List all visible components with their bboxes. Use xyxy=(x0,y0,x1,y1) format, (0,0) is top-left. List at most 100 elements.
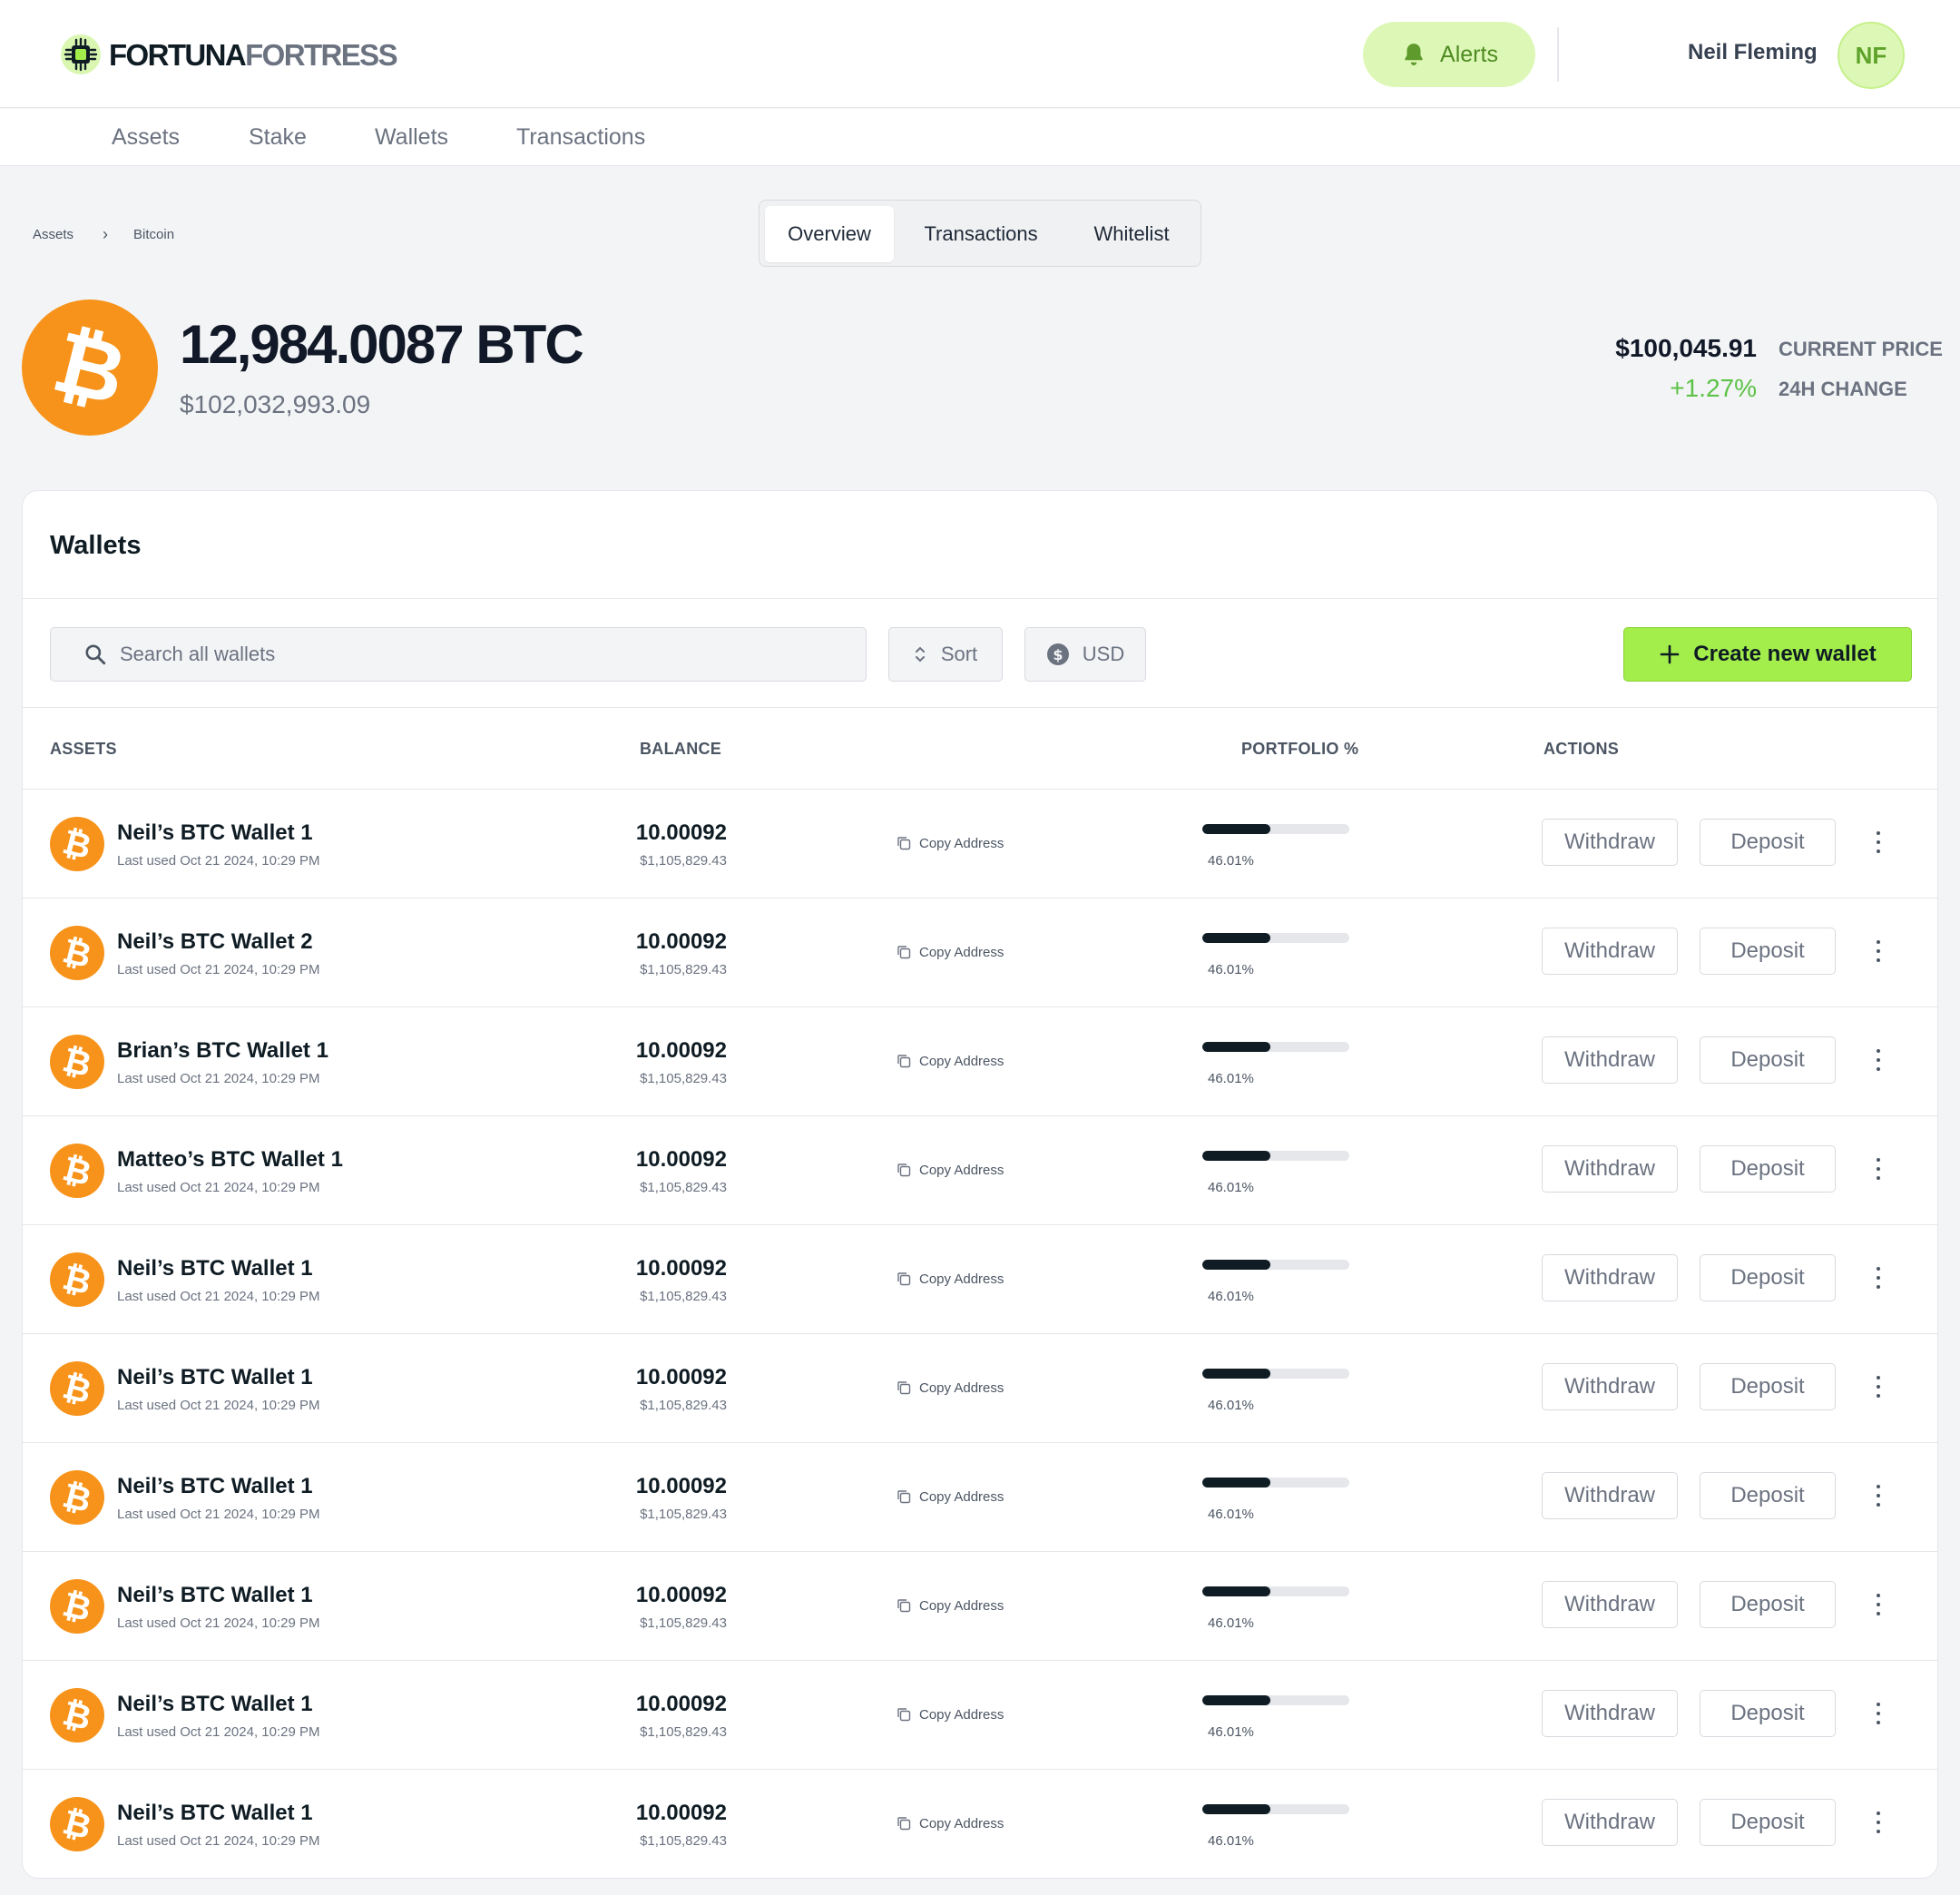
header-divider xyxy=(1557,27,1559,82)
wallet-balance-usd: $1,105,829.43 xyxy=(640,853,727,869)
table-row[interactable]: ₿ Neil’s BTC Wallet 1 Last used Oct 21 2… xyxy=(23,1552,1937,1661)
more-vertical-icon[interactable] xyxy=(1874,1049,1883,1071)
withdraw-button[interactable]: Withdraw xyxy=(1542,1799,1678,1846)
portfolio-bar xyxy=(1202,1042,1349,1052)
user-name[interactable]: Neil Fleming xyxy=(1688,40,1818,65)
portfolio-percent: 46.01% xyxy=(1208,1180,1254,1195)
create-wallet-button[interactable]: Create new wallet xyxy=(1623,627,1912,682)
wallet-name[interactable]: Neil’s BTC Wallet 1 xyxy=(117,1692,313,1717)
withdraw-button[interactable]: Withdraw xyxy=(1542,819,1678,866)
wallet-name[interactable]: Neil’s BTC Wallet 2 xyxy=(117,929,313,955)
copy-address-button[interactable]: Copy Address xyxy=(896,1380,1004,1396)
wallet-name[interactable]: Neil’s BTC Wallet 1 xyxy=(117,1256,313,1281)
more-vertical-icon[interactable] xyxy=(1874,1703,1883,1724)
more-vertical-icon[interactable] xyxy=(1874,1267,1883,1289)
withdraw-button[interactable]: Withdraw xyxy=(1542,928,1678,975)
wallet-balance-usd: $1,105,829.43 xyxy=(640,1398,727,1413)
asset-tabs: Overview Transactions Whitelist xyxy=(759,200,1201,267)
current-price-label: CURRENT PRICE xyxy=(1779,338,1943,360)
more-vertical-icon[interactable] xyxy=(1874,1812,1883,1833)
sort-button[interactable]: Sort xyxy=(888,627,1003,682)
table-row[interactable]: ₿ Neil’s BTC Wallet 2 Last used Oct 21 2… xyxy=(23,898,1937,1007)
copy-address-button[interactable]: Copy Address xyxy=(896,1706,1004,1723)
dollar-icon: $ xyxy=(1046,643,1069,665)
wallet-name[interactable]: Neil’s BTC Wallet 1 xyxy=(117,1801,313,1826)
copy-address-label: Copy Address xyxy=(919,1271,1004,1287)
copy-address-button[interactable]: Copy Address xyxy=(896,1488,1004,1505)
more-vertical-icon[interactable] xyxy=(1874,1158,1883,1180)
withdraw-button[interactable]: Withdraw xyxy=(1542,1690,1678,1737)
wallet-balance-usd: $1,105,829.43 xyxy=(640,1180,727,1195)
tab-transactions[interactable]: Transactions xyxy=(905,206,1057,262)
copy-address-button[interactable]: Copy Address xyxy=(896,835,1004,851)
wallet-balance-usd: $1,105,829.43 xyxy=(640,1289,727,1304)
table-row[interactable]: ₿ Neil’s BTC Wallet 1 Last used Oct 21 2… xyxy=(23,790,1937,898)
column-header-balance: BALANCE xyxy=(640,740,722,758)
portfolio-percent: 46.01% xyxy=(1208,1398,1254,1413)
portfolio-bar xyxy=(1202,1369,1349,1379)
wallet-name[interactable]: Neil’s BTC Wallet 1 xyxy=(117,820,313,846)
table-row[interactable]: ₿ Neil’s BTC Wallet 1 Last used Oct 21 2… xyxy=(23,1334,1937,1443)
deposit-button[interactable]: Deposit xyxy=(1700,1145,1836,1193)
deposit-button[interactable]: Deposit xyxy=(1700,819,1836,866)
copy-address-button[interactable]: Copy Address xyxy=(896,1053,1004,1069)
portfolio-bar-fill xyxy=(1202,1804,1270,1814)
wallet-name[interactable]: Neil’s BTC Wallet 1 xyxy=(117,1365,313,1390)
copy-address-label: Copy Address xyxy=(919,1597,1004,1614)
deposit-button[interactable]: Deposit xyxy=(1700,1472,1836,1519)
nav-item-stake[interactable]: Stake xyxy=(249,124,307,151)
withdraw-button[interactable]: Withdraw xyxy=(1542,1145,1678,1193)
withdraw-button[interactable]: Withdraw xyxy=(1542,1254,1678,1301)
more-vertical-icon[interactable] xyxy=(1874,1485,1883,1507)
portfolio-bar-fill xyxy=(1202,1260,1270,1270)
copy-address-button[interactable]: Copy Address xyxy=(896,1815,1004,1831)
search-input[interactable]: Search all wallets xyxy=(50,627,867,682)
bitcoin-icon: ₿ xyxy=(22,299,158,436)
bitcoin-icon: ₿ xyxy=(50,1688,104,1743)
deposit-button[interactable]: Deposit xyxy=(1700,1363,1836,1410)
deposit-button[interactable]: Deposit xyxy=(1700,928,1836,975)
alerts-button[interactable]: Alerts xyxy=(1363,22,1535,87)
brand-logo[interactable]: FORTUNAFORTRESS xyxy=(60,33,398,76)
wallet-name[interactable]: Neil’s BTC Wallet 1 xyxy=(117,1474,313,1499)
deposit-button[interactable]: Deposit xyxy=(1700,1690,1836,1737)
table-row[interactable]: ₿ Matteo’s BTC Wallet 1 Last used Oct 21… xyxy=(23,1116,1937,1225)
nav-item-wallets[interactable]: Wallets xyxy=(375,124,448,151)
copy-address-button[interactable]: Copy Address xyxy=(896,1271,1004,1287)
withdraw-button[interactable]: Withdraw xyxy=(1542,1363,1678,1410)
wallet-name[interactable]: Matteo’s BTC Wallet 1 xyxy=(117,1147,343,1173)
tab-overview[interactable]: Overview xyxy=(765,206,894,262)
withdraw-button[interactable]: Withdraw xyxy=(1542,1581,1678,1628)
table-row[interactable]: ₿ Brian’s BTC Wallet 1 Last used Oct 21 … xyxy=(23,1007,1937,1116)
table-row[interactable]: ₿ Neil’s BTC Wallet 1 Last used Oct 21 2… xyxy=(23,1225,1937,1334)
table-row[interactable]: ₿ Neil’s BTC Wallet 1 Last used Oct 21 2… xyxy=(23,1770,1937,1878)
copy-address-button[interactable]: Copy Address xyxy=(896,1162,1004,1178)
more-vertical-icon[interactable] xyxy=(1874,1594,1883,1615)
wallet-last-used: Last used Oct 21 2024, 10:29 PM xyxy=(117,1615,320,1631)
avatar[interactable]: NF xyxy=(1838,22,1905,89)
copy-address-button[interactable]: Copy Address xyxy=(896,944,1004,960)
deposit-button[interactable]: Deposit xyxy=(1700,1036,1836,1084)
bitcoin-icon: ₿ xyxy=(50,1470,104,1525)
tab-whitelist[interactable]: Whitelist xyxy=(1068,206,1195,262)
wallet-name[interactable]: Neil’s BTC Wallet 1 xyxy=(117,1583,313,1608)
deposit-button[interactable]: Deposit xyxy=(1700,1254,1836,1301)
table-row[interactable]: ₿ Neil’s BTC Wallet 1 Last used Oct 21 2… xyxy=(23,1443,1937,1552)
breadcrumb-assets[interactable]: Assets xyxy=(33,227,74,242)
currency-button[interactable]: $ USD xyxy=(1024,627,1146,682)
nav-item-transactions[interactable]: Transactions xyxy=(516,124,645,151)
more-vertical-icon[interactable] xyxy=(1874,1376,1883,1398)
wallet-last-used: Last used Oct 21 2024, 10:29 PM xyxy=(117,962,320,977)
bell-icon xyxy=(1405,44,1423,65)
more-vertical-icon[interactable] xyxy=(1874,831,1883,853)
deposit-button[interactable]: Deposit xyxy=(1700,1581,1836,1628)
deposit-button[interactable]: Deposit xyxy=(1700,1799,1836,1846)
withdraw-button[interactable]: Withdraw xyxy=(1542,1036,1678,1084)
more-vertical-icon[interactable] xyxy=(1874,940,1883,962)
withdraw-button[interactable]: Withdraw xyxy=(1542,1472,1678,1519)
change-24h-label: 24H CHANGE xyxy=(1779,378,1907,400)
wallet-name[interactable]: Brian’s BTC Wallet 1 xyxy=(117,1038,328,1064)
table-row[interactable]: ₿ Neil’s BTC Wallet 1 Last used Oct 21 2… xyxy=(23,1661,1937,1770)
nav-item-assets[interactable]: Assets xyxy=(112,124,180,151)
copy-address-button[interactable]: Copy Address xyxy=(896,1597,1004,1614)
